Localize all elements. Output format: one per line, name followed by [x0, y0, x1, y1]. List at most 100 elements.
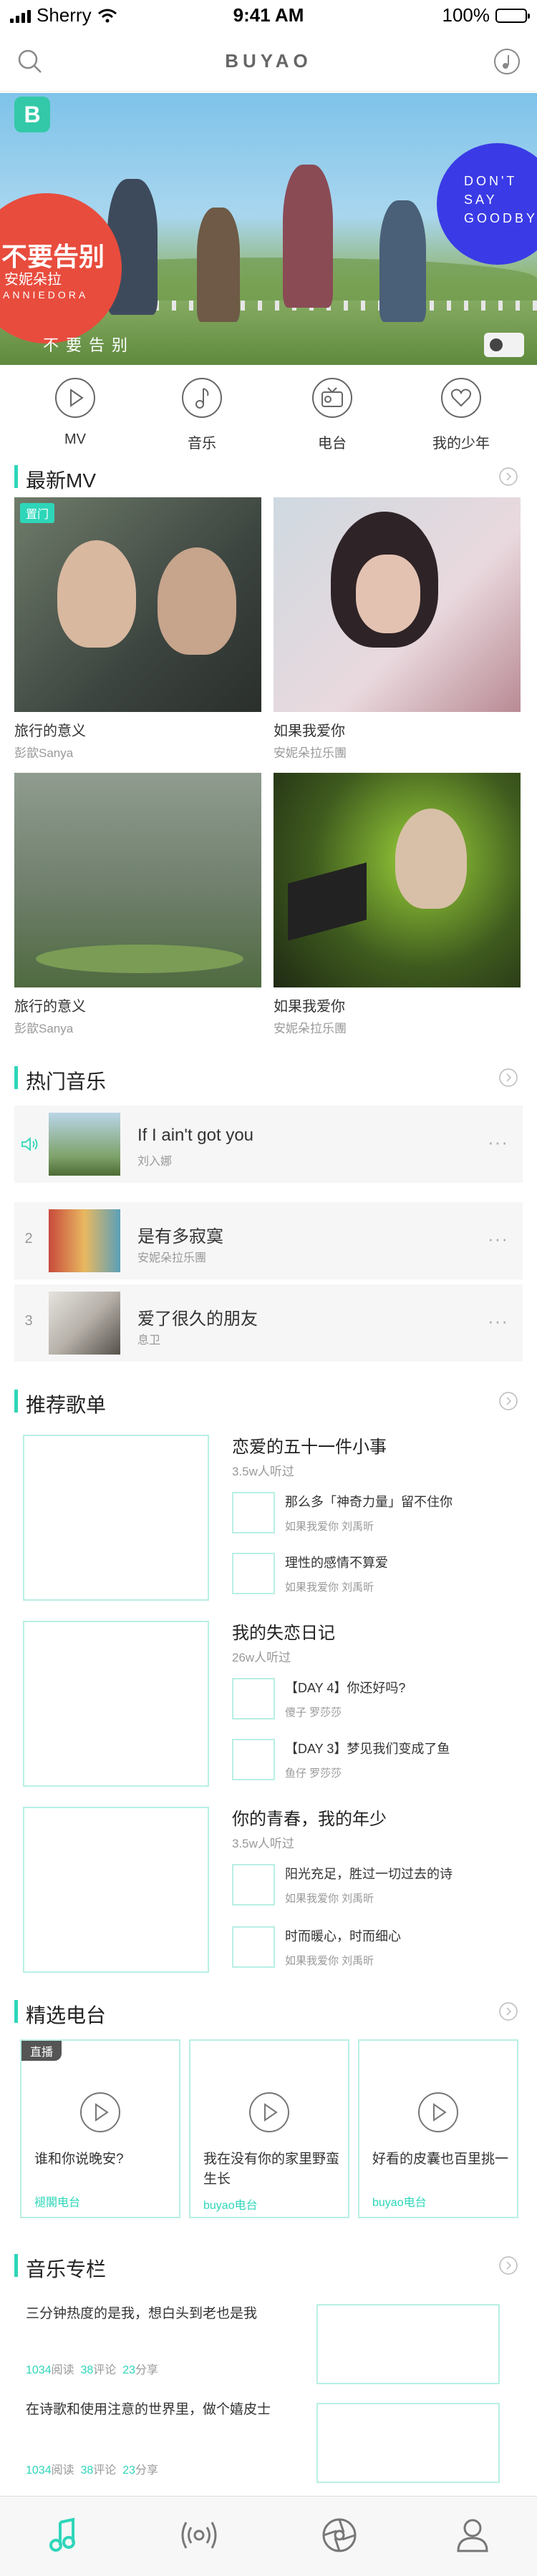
speaker-playing-icon	[21, 1137, 38, 1151]
quick-nav-mv[interactable]: MV	[32, 376, 118, 448]
track-thumbnail	[232, 1864, 275, 1906]
quick-nav: MV 音乐 电台 我的少年	[0, 365, 537, 454]
mv-card[interactable]: 如果我爱你 安妮朵拉乐團	[274, 497, 521, 761]
radio-card[interactable]: 直播 谁和你说晚安? 褪閣电台	[20, 2039, 180, 2218]
playlist-listen-count: 3.5w人听过	[232, 1465, 294, 1478]
playlist-cover[interactable]	[23, 1807, 209, 1973]
heart-icon	[441, 378, 481, 418]
track-artist: 如果我爱你 刘禹昕	[285, 1581, 374, 1594]
battery-percent: 100%	[442, 4, 490, 26]
mv-artist: 彭歆Sanya	[14, 1022, 74, 1035]
mv-title: 如果我爱你	[274, 723, 345, 739]
music-tab-icon[interactable]	[44, 2515, 84, 2555]
profile-tab-icon[interactable]	[453, 2515, 493, 2555]
more-options-icon[interactable]: ···	[488, 1310, 508, 1332]
song-cover	[49, 1209, 120, 1272]
song-row[interactable]: 2 是有多寂寞 安妮朵拉乐團 ···	[14, 1202, 523, 1279]
track-name[interactable]: 理性的感情不算爱	[285, 1553, 388, 1571]
playlist-cover[interactable]	[23, 1621, 209, 1787]
radio-icon	[312, 378, 352, 418]
track-artist: 傻子 罗莎莎	[285, 1707, 342, 1719]
song-artist: 安妮朵拉乐團	[137, 1252, 207, 1264]
track-artist: 如果我爱你 刘禹昕	[285, 1955, 374, 1967]
quick-nav-youth[interactable]: 我的少年	[418, 376, 504, 452]
more-music-icon[interactable]	[498, 1068, 518, 1088]
discover-tab-icon[interactable]	[319, 2515, 359, 2555]
track-name[interactable]: 时而暖心，时而细心	[285, 1926, 401, 1945]
track-name[interactable]: 那么多「神奇力量」留不住你	[285, 1492, 453, 1511]
radio-card[interactable]: 好看的皮囊也百里挑一 buyao电台	[358, 2039, 518, 2218]
playlist-cover[interactable]	[23, 1435, 209, 1601]
radio-title: 我在没有你的家里野蛮生长	[203, 2152, 340, 2187]
column-article-title[interactable]: 三分钟热度的是我，想白头到老也是我	[26, 2303, 298, 2326]
more-options-icon[interactable]: ···	[488, 1131, 508, 1153]
quick-nav-music[interactable]: 音乐	[159, 376, 245, 452]
mv-title: 旅行的意义	[14, 999, 86, 1015]
play-icon[interactable]	[248, 2091, 291, 2134]
column-article-thumbnail[interactable]	[316, 2403, 500, 2483]
column-article-thumbnail[interactable]	[316, 2304, 500, 2384]
mv-thumbnail: 置门	[14, 497, 261, 712]
radio-title: 好看的皮囊也百里挑一	[372, 2152, 509, 2167]
song-title: 是有多寂寞	[137, 1227, 223, 1246]
track-thumbnail	[232, 1926, 275, 1968]
section-radio: 精选电台	[0, 1993, 537, 2029]
song-cover	[49, 1292, 120, 1355]
track-thumbnail	[232, 1553, 275, 1594]
song-cover	[49, 1113, 120, 1176]
track-name[interactable]: 【DAY 4】你还好吗?	[285, 1678, 405, 1697]
play-icon[interactable]	[79, 2091, 122, 2134]
track-thumbnail	[232, 1492, 275, 1533]
song-title: 爱了很久的朋友	[137, 1309, 258, 1329]
quick-nav-radio[interactable]: 电台	[289, 376, 375, 452]
track-name[interactable]: 阳光充足，胜过一切过去的诗	[285, 1864, 453, 1883]
column-article-stats: 1034阅读 38评论 23分享	[26, 2364, 159, 2376]
mv-artist: 彭歆Sanya	[14, 746, 74, 760]
track-name[interactable]: 【DAY 3】梦见我们变成了鱼	[285, 1739, 450, 1757]
music-note-icon	[182, 378, 222, 418]
song-rank: 2	[24, 1231, 33, 1246]
banner-subtitle: 不要告别	[43, 336, 135, 354]
section-playlists: 推荐歌单	[0, 1382, 537, 1418]
mv-title: 如果我爱你	[274, 999, 345, 1015]
radio-card[interactable]: 我在没有你的家里野蛮生长 buyao电台	[189, 2039, 349, 2218]
track-artist: 如果我爱你 刘禹昕	[285, 1521, 374, 1533]
nav-bar: BUYAO	[0, 29, 537, 92]
mv-artist: 安妮朵拉乐團	[274, 1022, 347, 1035]
song-row[interactable]: If I ain't got you 刘入娜 ···	[14, 1106, 523, 1183]
mv-thumbnail	[274, 773, 521, 987]
more-columns-icon[interactable]	[498, 2255, 518, 2275]
song-artist: 息卫	[137, 1335, 161, 1347]
live-badge: 直播	[21, 2041, 62, 2061]
mv-title: 旅行的意义	[14, 723, 86, 739]
more-options-icon[interactable]: ···	[488, 1228, 508, 1250]
radio-tab-icon[interactable]	[179, 2515, 219, 2555]
radio-title: 谁和你说晚安?	[34, 2152, 124, 2167]
more-radio-icon[interactable]	[498, 2001, 518, 2021]
more-mv-icon[interactable]	[498, 467, 518, 487]
mv-card[interactable]: 置门 旅行的意义 彭歆Sanya	[14, 497, 261, 761]
hero-banner[interactable]: B 不要告别 安妮朵拉 ANNIEDORA DON'T SAY GOODBY 不…	[0, 93, 537, 365]
play-icon[interactable]	[417, 2091, 460, 2134]
playlist-title[interactable]: 我的失恋日记	[232, 1619, 335, 1644]
battery-icon	[495, 8, 530, 23]
playlist-title[interactable]: 你的青春，我的年少	[232, 1805, 387, 1830]
status-bar: Sherry 9:41 AM 100%	[0, 0, 537, 29]
song-row[interactable]: 3 爱了很久的朋友 息卫 ···	[14, 1284, 523, 1362]
song-rank: 3	[24, 1313, 33, 1329]
column-article-title[interactable]: 在诗歌和使用注意的世界里，做个嬉皮士	[26, 2399, 298, 2421]
playlist-title[interactable]: 恋爱的五十一件小事	[232, 1433, 387, 1458]
playlist-listen-count: 3.5w人听过	[232, 1837, 294, 1850]
track-thumbnail	[232, 1739, 275, 1780]
banner-title-badge: 不要告别 安妮朵拉 ANNIEDORA	[0, 193, 122, 343]
track-artist: 鱼仔 罗莎莎	[285, 1767, 342, 1780]
app-title: BUYAO	[225, 50, 312, 72]
now-playing-icon[interactable]	[493, 47, 521, 76]
more-playlists-icon[interactable]	[498, 1391, 518, 1411]
radio-source: buyao电台	[203, 2200, 258, 2212]
mv-card[interactable]: 如果我爱你 安妮朵拉乐團	[274, 773, 521, 1036]
song-artist: 刘入娜	[137, 1156, 173, 1168]
brand-logo: B	[14, 97, 50, 132]
banner-english-badge: DON'T SAY GOODBY	[437, 143, 537, 265]
mv-card[interactable]: 旅行的意义 彭歆Sanya	[14, 773, 261, 1036]
